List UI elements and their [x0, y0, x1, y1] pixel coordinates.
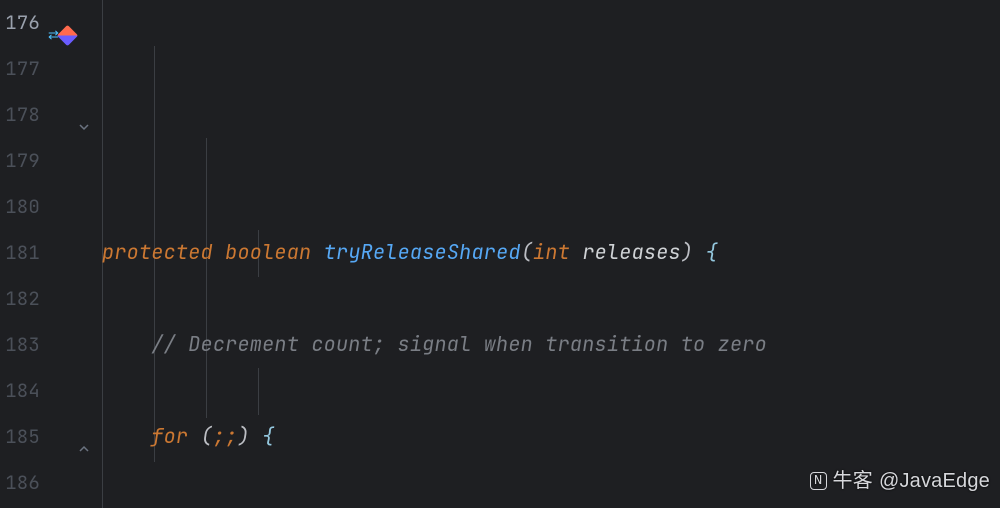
line-number[interactable]: 182 — [0, 276, 42, 322]
code-line[interactable]: protected boolean tryReleaseShared(int r… — [102, 230, 1000, 276]
method-declaration: tryReleaseShared — [324, 239, 521, 266]
brace-open: { — [262, 423, 274, 450]
for-semicolons: ;; — [213, 423, 238, 450]
line-number[interactable]: 186 — [0, 460, 42, 506]
line-number[interactable]: 179 — [0, 138, 42, 184]
comment: // Decrement count; signal when transiti… — [151, 331, 767, 358]
paren-open: ( — [201, 423, 213, 450]
fold-chevron-icon[interactable] — [76, 428, 94, 446]
keyword-for: for — [151, 423, 188, 450]
code-line[interactable]: // Decrement count; signal when transiti… — [102, 322, 1000, 368]
line-number[interactable]: 181 — [0, 230, 42, 276]
line-number[interactable]: 178 — [0, 92, 42, 138]
type-int: int — [533, 239, 570, 266]
line-number[interactable]: 177 — [0, 46, 42, 92]
line-number-gutter[interactable]: 176 177 178 179 180 181 182 183 184 185 … — [0, 0, 42, 508]
code-line[interactable]: for (;;) { — [102, 414, 1000, 460]
paren-close: ) — [681, 239, 693, 266]
arrows-icon: ⇄ — [48, 12, 57, 58]
line-number[interactable]: 183 — [0, 322, 42, 368]
paren-close: ) — [238, 423, 250, 450]
code-area[interactable]: protected boolean tryReleaseShared(int r… — [102, 0, 1000, 508]
line-number[interactable]: 185 — [0, 414, 42, 460]
line-number[interactable]: 176 — [0, 0, 42, 46]
code-editor[interactable]: 176 177 178 179 180 181 182 183 184 185 … — [0, 0, 1000, 508]
keyword-protected: protected — [102, 239, 213, 266]
brace-open: { — [705, 239, 717, 266]
param-releases: releases — [582, 239, 681, 266]
gutter-icons: ⇄ — [42, 0, 102, 508]
fold-chevron-icon[interactable] — [76, 106, 94, 124]
diamond-icon — [57, 24, 78, 45]
line-number[interactable]: 180 — [0, 184, 42, 230]
paren-open: ( — [521, 239, 533, 266]
type-boolean: boolean — [225, 239, 311, 266]
line-number[interactable]: 184 — [0, 368, 42, 414]
override-method-icon[interactable]: ⇄ — [48, 12, 75, 58]
